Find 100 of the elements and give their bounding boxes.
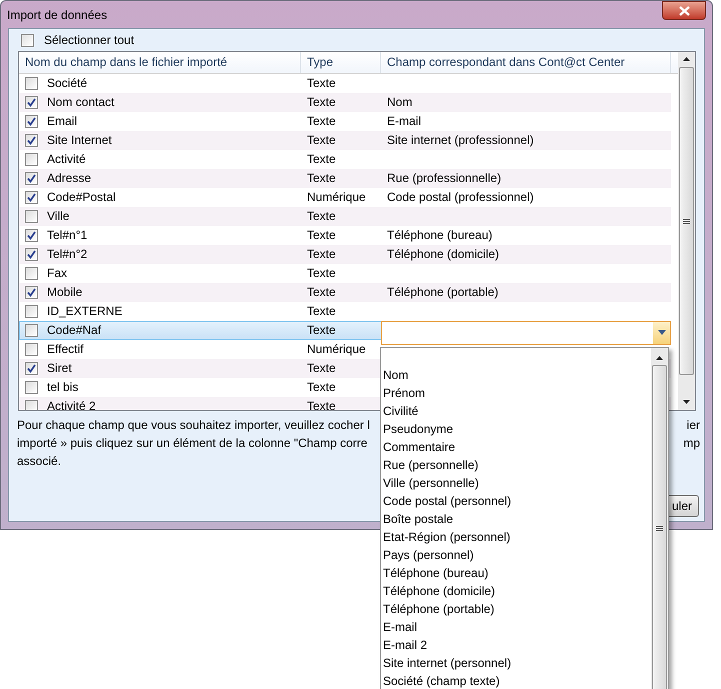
dropdown-item[interactable]: Commentaire — [383, 438, 651, 456]
field-name: Société — [47, 75, 88, 92]
column-header[interactable]: Nom du champ dans le fichier importé — [19, 52, 301, 73]
table-row[interactable]: Code#Postal Numérique Code postal (professionnel) — [19, 188, 671, 207]
mapped-field: Nom — [381, 93, 671, 112]
dropdown-item[interactable]: Société (champ texte) — [383, 672, 651, 689]
checkbox[interactable] — [25, 172, 38, 185]
field-name: Fax — [47, 265, 68, 282]
field-type: Texte — [306, 113, 337, 130]
table-row[interactable]: Mobile Texte Téléphone (portable) — [19, 282, 671, 302]
checkbox[interactable] — [21, 34, 34, 46]
scrollbar-thumb[interactable] — [652, 365, 667, 689]
mapped-field: Téléphone (portable) — [381, 283, 671, 302]
field-type: Texte — [306, 151, 337, 168]
dropdown-item[interactable]: E-mail — [383, 618, 651, 636]
table-row[interactable]: Tel#n°1 Texte Téléphone (bureau) — [19, 226, 671, 245]
field-name: Code#Postal — [47, 189, 116, 206]
field-name: Site Internet — [47, 132, 112, 150]
checkbox[interactable] — [25, 380, 38, 394]
checkbox[interactable] — [25, 324, 38, 337]
instruction-text: ier — [686, 417, 700, 434]
field-type: Texte — [306, 265, 337, 282]
field-type: Texte — [306, 360, 337, 378]
checkbox[interactable] — [25, 228, 38, 242]
mapped-field: Téléphone (domicile) — [381, 245, 671, 264]
field-name: Nom contact — [47, 94, 114, 112]
checkbox[interactable] — [25, 342, 38, 356]
field-type: Texte — [306, 303, 337, 320]
table-row[interactable]: Tel#n°2 Texte Téléphone (domicile) — [19, 244, 671, 264]
field-name: Tel#n°1 — [47, 227, 88, 244]
close-button[interactable] — [662, 1, 706, 20]
dropdown-item[interactable]: Etat-Région (personnel) — [383, 528, 651, 546]
table-row[interactable]: Ville Texte — [19, 206, 671, 226]
window-title: Import de données — [7, 6, 108, 24]
field-combobox[interactable] — [381, 320, 671, 345]
scroll-up-icon — [683, 57, 690, 61]
field-type: Texte — [306, 94, 337, 112]
field-type: Texte — [306, 208, 337, 226]
mapped-field: E-mail — [381, 112, 671, 130]
checkbox[interactable] — [25, 114, 38, 128]
mapped-field: Site internet (professionnel) — [381, 131, 671, 150]
field-type: Texte — [306, 227, 337, 244]
dropdown-item[interactable]: Téléphone (portable) — [383, 600, 651, 618]
checkbox[interactable] — [25, 190, 38, 204]
checkbox[interactable] — [25, 134, 38, 147]
grip-icon — [683, 218, 690, 224]
instruction-text: associé. — [17, 453, 62, 470]
table-row[interactable]: ID_EXTERNE Texte — [19, 302, 671, 321]
checkbox[interactable] — [25, 362, 38, 375]
table-row[interactable]: Société Texte — [19, 74, 671, 93]
field-type: Texte — [306, 379, 337, 396]
dropdown-item[interactable]: Pseudonyme — [383, 420, 651, 438]
dropdown-arrow-icon — [658, 330, 666, 336]
dropdown-item[interactable]: Site internet (personnel) — [383, 654, 651, 672]
table-row[interactable]: Nom contact Texte Nom — [19, 92, 671, 112]
field-name: Ville — [47, 208, 70, 226]
field-name: Email — [47, 113, 78, 130]
checkbox[interactable] — [25, 304, 38, 318]
field-type: Texte — [306, 246, 337, 264]
field-name: tel bis — [47, 379, 78, 396]
close-icon — [678, 6, 690, 16]
instruction-text: importé » puis cliquez sur un élément de la colonne "Champ corre — [17, 435, 368, 452]
field-name: Code#Naf — [47, 322, 102, 340]
scrollbar-thumb[interactable] — [679, 67, 694, 375]
table-row[interactable]: Fax Texte — [19, 264, 671, 283]
checkbox[interactable] — [25, 286, 38, 299]
dropdown-item[interactable]: Téléphone (domicile) — [383, 582, 651, 600]
field-type: Numérique — [306, 341, 367, 358]
field-name: Activité — [47, 151, 86, 168]
table-row[interactable]: Activité Texte — [19, 150, 671, 169]
checkbox[interactable] — [25, 210, 38, 223]
checkbox[interactable] — [25, 400, 38, 410]
checkbox[interactable] — [25, 266, 38, 280]
dropdown-item[interactable]: E-mail 2 — [383, 636, 651, 654]
column-header[interactable]: Type — [301, 52, 381, 73]
field-name: Tel#n°2 — [47, 246, 88, 264]
dropdown-item[interactable]: Rue (personnelle) — [383, 456, 651, 474]
checkbox[interactable] — [25, 248, 38, 261]
select-all-label: Sélectionner tout — [44, 32, 134, 49]
field-type: Texte — [306, 322, 337, 340]
field-type: Texte — [306, 132, 337, 150]
checkbox[interactable] — [25, 76, 38, 90]
column-header[interactable]: Champ correspondant dans Cont@ct Center — [381, 52, 671, 73]
dropdown-item[interactable]: Pays (personnel) — [383, 546, 651, 564]
field-name: ID_EXTERNE — [47, 303, 122, 320]
dropdown-item[interactable]: Ville (personnelle) — [383, 474, 651, 492]
dropdown-scrollbar[interactable] — [651, 348, 668, 689]
field-name: Activité 2 — [47, 398, 96, 410]
table-row[interactable]: Site Internet Texte Site internet (professionnel) — [19, 130, 671, 150]
table-row[interactable]: Adresse Texte Rue (professionnelle) — [19, 168, 671, 188]
checkbox[interactable] — [25, 96, 38, 109]
table-row[interactable]: Email Texte E-mail — [19, 112, 671, 131]
vertical-scrollbar[interactable] — [678, 52, 695, 410]
mapped-field: Rue (professionnelle) — [381, 169, 671, 188]
field-name: Effectif — [47, 341, 84, 358]
dropdown-item[interactable]: Téléphone (bureau) — [383, 564, 651, 582]
field-type: Texte — [306, 170, 337, 188]
grip-icon — [656, 526, 663, 531]
field-name: Adresse — [47, 170, 92, 188]
checkbox[interactable] — [25, 152, 38, 166]
